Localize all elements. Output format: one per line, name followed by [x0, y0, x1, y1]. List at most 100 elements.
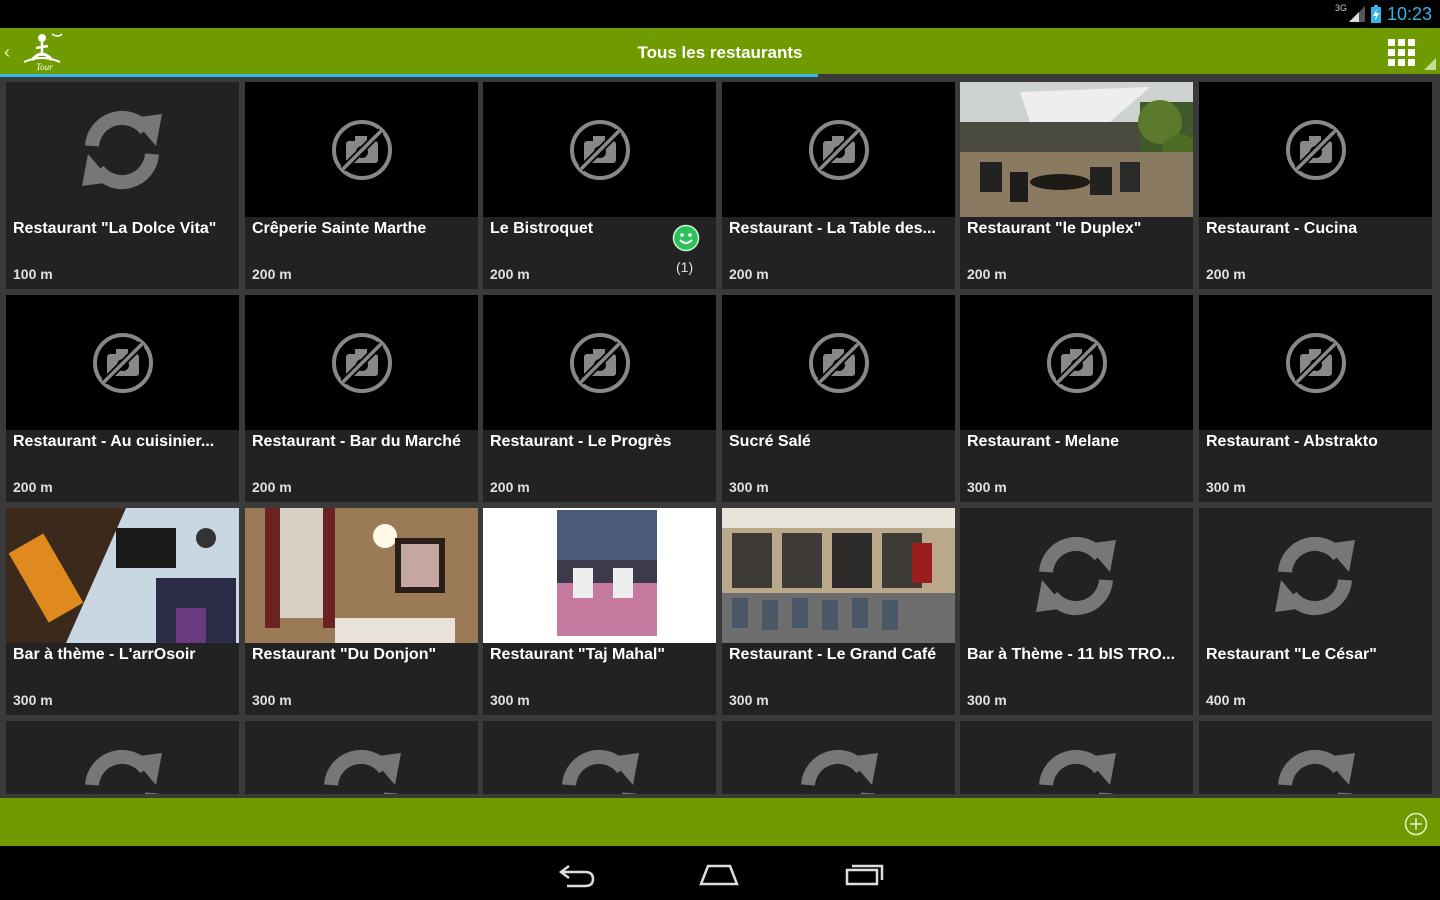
restaurant-thumbnail — [960, 82, 1193, 217]
refresh-icon — [1036, 536, 1116, 616]
no-photo-icon — [570, 120, 630, 180]
restaurant-name: Restaurant - Melane — [967, 433, 1120, 450]
restaurant-tile[interactable]: Restaurant - Melane 300 m — [960, 295, 1193, 502]
refresh-icon — [85, 749, 162, 794]
restaurant-tile[interactable]: Bar à thème - L'arrOsoir 300 m — [6, 508, 239, 715]
no-photo-icon — [809, 120, 869, 180]
home-icon[interactable] — [698, 858, 740, 890]
restaurant-thumbnail — [483, 508, 716, 643]
grid-view-icon[interactable] — [1388, 39, 1416, 67]
restaurant-tile[interactable] — [483, 721, 716, 794]
smiley-icon[interactable] — [672, 224, 700, 252]
restaurant-thumbnail — [6, 508, 239, 643]
restaurant-tile[interactable] — [722, 721, 955, 794]
restaurant-name: Restaurant "Le César" — [1206, 646, 1377, 663]
restaurant-name: Restaurant - Le Progrès — [490, 433, 672, 450]
restaurant-thumbnail — [1199, 82, 1432, 217]
refresh-icon — [324, 749, 401, 794]
restaurant-name: Restaurant - Cucina — [1206, 220, 1358, 237]
no-photo-icon — [1047, 333, 1107, 393]
restaurant-name: Restaurant "Taj Mahal" — [490, 646, 665, 663]
restaurant-name: Restaurant - Au cuisinier... — [13, 433, 215, 450]
restaurant-photo — [483, 508, 716, 643]
add-circle-icon[interactable] — [1404, 812, 1428, 836]
restaurant-tile[interactable]: Restaurant "Taj Mahal" 300 m — [483, 508, 716, 715]
restaurant-distance: 300 m — [967, 479, 1007, 495]
restaurant-name: Bar à Thème - 11 bIS TRO... — [967, 646, 1176, 663]
restaurant-tile[interactable]: Restaurant - Le Progrès 200 m — [483, 295, 716, 502]
restaurant-grid: Restaurant "La Dolce Vita" 100 m Crêperie… — [6, 82, 1434, 794]
restaurant-distance: 100 m — [13, 266, 53, 282]
restaurant-thumbnail — [245, 721, 478, 794]
restaurant-tile[interactable] — [245, 721, 478, 794]
no-photo-icon — [809, 333, 869, 393]
restaurant-distance: 300 m — [967, 692, 1007, 708]
restaurant-tile[interactable]: Restaurant "le Duplex" 200 m — [960, 82, 1193, 289]
restaurant-distance: 300 m — [13, 692, 53, 708]
restaurant-thumbnail — [6, 82, 239, 217]
restaurant-tile[interactable]: Restaurant "La Dolce Vita" 100 m — [6, 82, 239, 289]
restaurant-distance: 200 m — [1206, 266, 1246, 282]
restaurant-tile[interactable] — [1199, 721, 1432, 794]
refresh-icon — [1039, 749, 1116, 794]
restaurant-name: Restaurant - Le Grand Café — [729, 646, 937, 663]
status-bar: 3G 10:23 — [0, 0, 1440, 28]
battery-icon — [1370, 5, 1381, 23]
restaurant-tile[interactable]: Le Bistroquet 200 m (1) — [483, 82, 716, 289]
restaurant-tile[interactable]: Restaurant - La Table des... 200 m — [722, 82, 955, 289]
restaurant-tile[interactable]: Restaurant - Bar du Marché 200 m — [245, 295, 478, 502]
refresh-icon — [82, 110, 162, 190]
restaurant-distance: 200 m — [490, 479, 530, 495]
restaurant-name: Restaurant "le Duplex" — [967, 220, 1142, 237]
bottom-action-bar — [0, 798, 1440, 846]
restaurant-tile[interactable]: Restaurant "Le César" 400 m — [1199, 508, 1432, 715]
restaurant-thumbnail — [483, 721, 716, 794]
restaurant-tile[interactable]: Restaurant - Au cuisinier... 200 m — [6, 295, 239, 502]
restaurant-thumbnail — [6, 295, 239, 430]
restaurant-tile[interactable]: Restaurant "Du Donjon" 300 m — [245, 508, 478, 715]
refresh-icon — [562, 749, 639, 794]
restaurant-photo — [960, 82, 1193, 217]
restaurant-tile[interactable] — [6, 721, 239, 794]
restaurant-tile[interactable]: Restaurant - Abstrakto 300 m — [1199, 295, 1432, 502]
restaurant-distance: 200 m — [729, 266, 769, 282]
no-photo-icon — [570, 333, 630, 393]
restaurant-distance: 300 m — [1206, 479, 1246, 495]
restaurant-thumbnail — [722, 295, 955, 430]
back-icon[interactable] — [555, 858, 597, 890]
restaurant-tile[interactable] — [960, 721, 1193, 794]
recent-apps-icon[interactable] — [844, 858, 886, 890]
no-photo-icon — [93, 333, 153, 393]
restaurant-thumbnail — [960, 295, 1193, 430]
restaurant-distance: 200 m — [252, 479, 292, 495]
restaurant-thumbnail — [483, 82, 716, 217]
restaurant-distance: 300 m — [729, 479, 769, 495]
restaurant-name: Restaurant "Du Donjon" — [252, 646, 437, 663]
restaurant-distance: 200 m — [13, 479, 53, 495]
status-icons: 3G 10:23 — [1335, 0, 1432, 28]
restaurant-thumbnail — [245, 82, 478, 217]
no-photo-icon — [1286, 120, 1346, 180]
no-photo-icon — [332, 120, 392, 180]
restaurant-thumbnail — [6, 721, 239, 794]
restaurant-name: Restaurant - Abstrakto — [1206, 433, 1378, 450]
restaurant-distance: 200 m — [252, 266, 292, 282]
restaurant-thumbnail — [1199, 508, 1432, 643]
restaurant-tile[interactable]: Restaurant - Le Grand Café 300 m — [722, 508, 955, 715]
loading-progress-bar — [0, 74, 818, 77]
rating-count: (1) — [676, 259, 694, 275]
restaurant-distance: 300 m — [729, 692, 769, 708]
restaurant-name: Restaurant "La Dolce Vita" — [13, 220, 217, 237]
restaurant-name: Restaurant - Bar du Marché — [252, 433, 461, 450]
restaurant-thumbnail — [1199, 295, 1432, 430]
restaurant-tile[interactable]: Sucré Salé 300 m — [722, 295, 955, 502]
restaurant-tile[interactable]: Bar à Thème - 11 bIS TRO... 300 m — [960, 508, 1193, 715]
restaurant-thumbnail — [722, 82, 955, 217]
restaurant-distance: 200 m — [967, 266, 1007, 282]
network-type: 3G — [1334, 3, 1347, 13]
restaurant-thumbnail — [960, 721, 1193, 794]
restaurant-tile[interactable]: Crêperie Sainte Marthe 200 m — [245, 82, 478, 289]
restaurant-tile[interactable]: Restaurant - Cucina 200 m — [1199, 82, 1432, 289]
signal-icon — [1348, 6, 1365, 22]
restaurant-photo — [245, 508, 478, 643]
